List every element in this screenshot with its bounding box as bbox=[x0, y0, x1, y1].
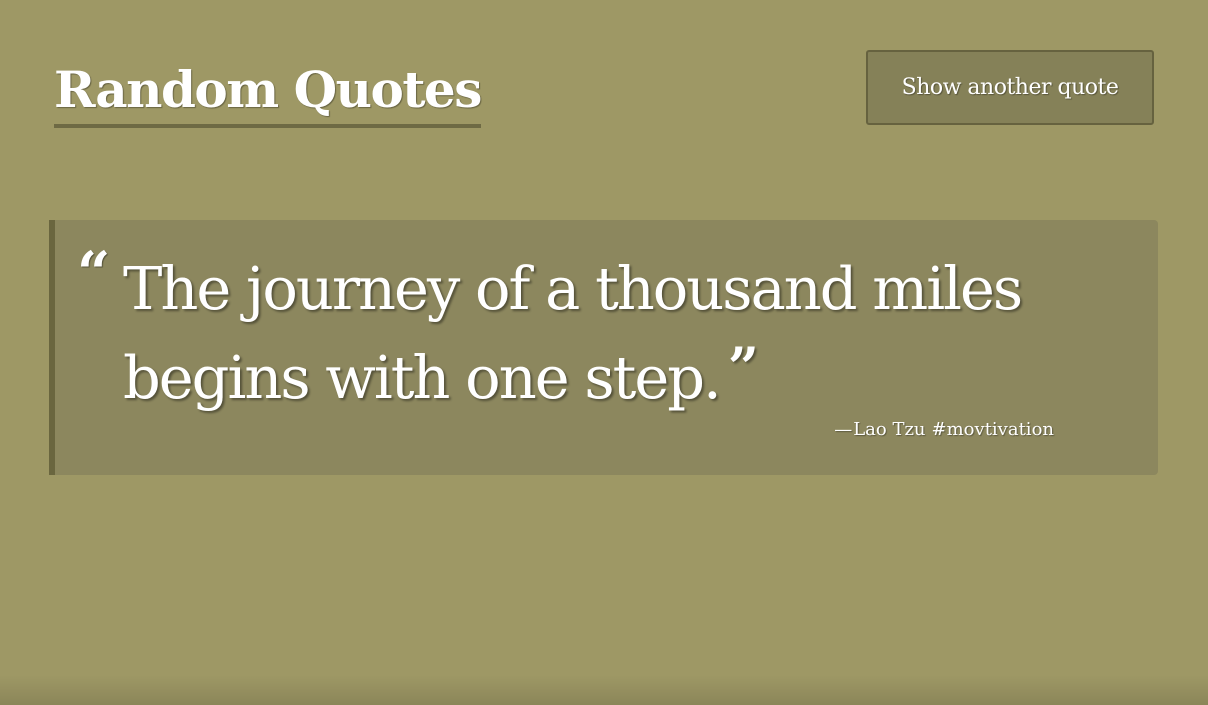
quote-text-block: The journey of a thousand miles begins w… bbox=[123, 250, 1083, 417]
page-title: Random Quotes bbox=[54, 58, 482, 128]
quote-hashtag: #movtivation bbox=[931, 419, 1054, 440]
quote-attribution: —Lao Tzu #movtivation bbox=[834, 418, 1054, 442]
quote-card: “ The journey of a thousand miles begins… bbox=[49, 220, 1158, 475]
quote-author: Lao Tzu bbox=[853, 419, 926, 440]
show-another-quote-button[interactable]: Show another quote bbox=[866, 50, 1154, 125]
close-quote-icon: ” bbox=[727, 335, 759, 399]
header: Random Quotes Show another quote bbox=[54, 50, 1154, 128]
quote-text: The journey of a thousand miles begins w… bbox=[123, 254, 1023, 412]
author-prefix: — bbox=[834, 419, 853, 440]
open-quote-icon: “ bbox=[77, 239, 111, 307]
bottom-shadow bbox=[0, 675, 1208, 705]
